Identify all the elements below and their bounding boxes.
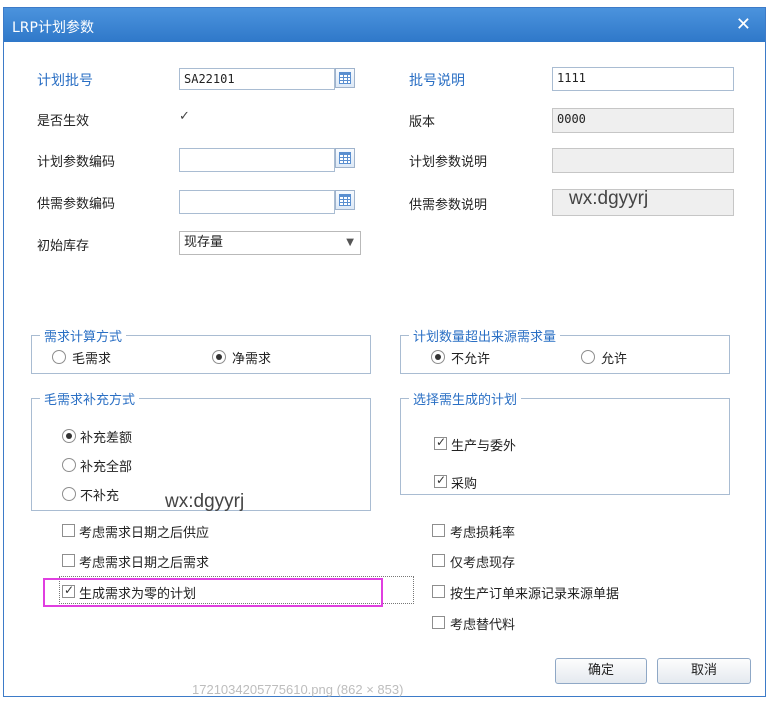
radio-supplement-diff[interactable]: [62, 429, 76, 443]
supply-param-code-input[interactable]: [179, 190, 335, 214]
checkbox-purchase[interactable]: ✓: [434, 473, 447, 488]
initial-stock-select[interactable]: 现存量 ▼: [179, 231, 361, 255]
watermark-text: wx:dgyyrj: [569, 188, 649, 209]
lrp-params-dialog: LRP计划参数 ✕ 计划批号 SA22101 批号说明 1111 是否生效 ✓ …: [3, 7, 766, 697]
radio-supplement-all-label: 补充全部: [80, 460, 133, 475]
plan-batch-label: 计划批号: [37, 73, 93, 89]
checkbox-purchase-label: 采购: [451, 477, 478, 492]
plan-param-desc-input: [552, 148, 734, 173]
close-icon[interactable]: ✕: [736, 14, 751, 35]
plan-batch-picker[interactable]: [335, 68, 355, 88]
radio-allow-label: 允许: [601, 352, 628, 367]
cancel-button[interactable]: 取消: [657, 658, 751, 684]
radio-no-supplement[interactable]: [62, 487, 76, 501]
radio-dot: [66, 433, 72, 439]
version-input: 0000: [552, 108, 734, 133]
grid-picker-icon: [339, 72, 351, 84]
checkbox-after-demand[interactable]: [62, 554, 75, 567]
checkbox-loss-rate[interactable]: [432, 524, 445, 537]
checkbox-substitute-label: 考虑替代料: [450, 618, 516, 633]
radio-not-allow[interactable]: [431, 350, 445, 364]
plans-to-generate-title: 选择需生成的计划: [409, 389, 522, 408]
radio-dot: [435, 354, 441, 360]
radio-gross-demand-label: 毛需求: [72, 352, 112, 367]
grid-picker-icon: [339, 194, 351, 206]
checkbox-source-doc-label: 按生产订单来源记录来源单据: [450, 587, 620, 602]
ok-button[interactable]: 确定: [555, 658, 647, 684]
radio-gross-demand[interactable]: [52, 350, 66, 364]
effective-label: 是否生效: [37, 114, 90, 129]
radio-not-allow-label: 不允许: [451, 352, 491, 367]
checkbox-substitute[interactable]: [432, 616, 445, 629]
radio-supplement-diff-label: 补充差额: [80, 431, 133, 446]
dropdown-arrow-icon: ▼: [346, 237, 354, 248]
radio-supplement-all[interactable]: [62, 458, 76, 472]
over-demand-group: 计划数量超出来源需求量 不允许 允许: [400, 326, 730, 374]
checkbox-after-supply-label: 考虑需求日期之后供应: [79, 526, 210, 541]
radio-allow[interactable]: [581, 350, 595, 364]
title-bar: LRP计划参数 ✕: [4, 8, 765, 42]
batch-desc-label: 批号说明: [409, 73, 465, 89]
radio-net-demand-label: 净需求: [232, 352, 272, 367]
check-icon: ✓: [179, 109, 190, 124]
initial-stock-label: 初始库存: [37, 239, 90, 254]
initial-stock-value: 现存量: [184, 235, 224, 250]
checkbox-stock-only[interactable]: [432, 554, 445, 567]
demand-calc-title: 需求计算方式: [40, 326, 127, 345]
plan-param-desc-label: 计划参数说明: [409, 155, 488, 170]
checkbox-loss-rate-label: 考虑损耗率: [450, 526, 516, 541]
supply-param-desc-label: 供需参数说明: [409, 198, 488, 213]
gross-supplement-title: 毛需求补充方式: [40, 389, 140, 408]
checkbox-production-outsource[interactable]: ✓: [434, 435, 447, 450]
dialog-title: LRP计划参数: [12, 20, 94, 36]
checkbox-zero-demand-plan-label: 生成需求为零的计划: [79, 587, 197, 602]
checkbox-after-supply[interactable]: [62, 524, 75, 537]
batch-desc-input[interactable]: 1111: [552, 67, 734, 91]
gross-supplement-group: 毛需求补充方式 补充差额 补充全部 不补充 wx:dgyyrj: [31, 389, 371, 512]
plan-param-code-label: 计划参数编码: [37, 155, 116, 170]
version-label: 版本: [409, 115, 436, 130]
radio-net-demand[interactable]: [212, 350, 226, 364]
checkbox-after-demand-label: 考虑需求日期之后需求: [79, 556, 210, 571]
demand-calc-group: 需求计算方式 毛需求 净需求: [31, 326, 371, 374]
grid-picker-icon: [339, 152, 351, 164]
over-demand-title: 计划数量超出来源需求量: [409, 326, 561, 345]
check-icon: ✓: [436, 473, 447, 487]
plan-param-code-input[interactable]: [179, 148, 335, 172]
checkbox-zero-demand-plan[interactable]: ✓: [62, 583, 75, 598]
radio-dot: [216, 354, 222, 360]
checkbox-stock-only-label: 仅考虑现存: [450, 556, 516, 571]
check-icon: ✓: [64, 583, 75, 597]
supply-param-code-label: 供需参数编码: [37, 197, 116, 212]
plans-to-generate-group: 选择需生成的计划 ✓ 生产与委外 ✓ 采购: [400, 389, 730, 495]
supply-param-code-picker[interactable]: [335, 190, 355, 210]
checkbox-production-outsource-label: 生产与委外: [451, 439, 517, 454]
check-icon: ✓: [436, 435, 447, 449]
effective-checkbox[interactable]: ✓: [179, 109, 193, 126]
plan-param-code-picker[interactable]: [335, 148, 355, 168]
plan-batch-input[interactable]: SA22101: [179, 68, 335, 90]
checkbox-source-doc[interactable]: [432, 585, 445, 598]
footer-filename: 17210342057756​10.png (862 × 853): [192, 682, 404, 697]
watermark-text: wx:dgyyrj: [165, 491, 245, 512]
radio-no-supplement-label: 不补充: [80, 489, 120, 504]
